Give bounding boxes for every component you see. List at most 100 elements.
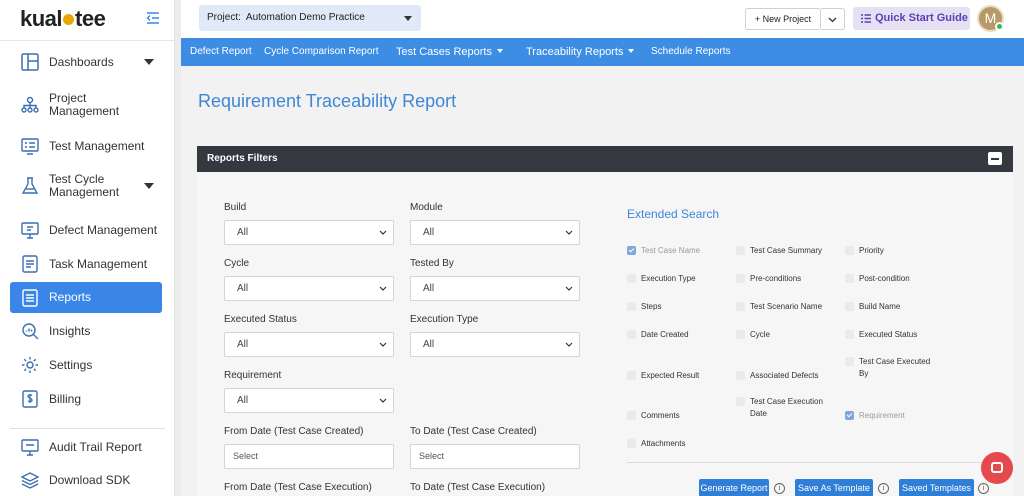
- module-select[interactable]: All: [410, 220, 580, 245]
- tab-traceability-reports[interactable]: Traceability Reports: [526, 38, 635, 66]
- checkbox-label: Execution Type: [641, 274, 696, 283]
- checkbox-date-created[interactable]: Date Created: [627, 329, 721, 341]
- bug-monitor-icon: [21, 222, 39, 239]
- checkbox-test-case-name[interactable]: Test Case Name: [627, 245, 721, 257]
- sidebar-item-settings[interactable]: Settings: [10, 354, 162, 376]
- checkbox-label: Requirement: [859, 411, 905, 420]
- checkbox-test-case-execution-date[interactable]: Test Case Execution Date: [736, 396, 832, 420]
- checkbox-test-scenario-name[interactable]: Test Scenario Name: [736, 301, 830, 313]
- tab-defect-report[interactable]: Defect Report: [190, 38, 252, 66]
- checkbox-attachments[interactable]: Attachments: [627, 438, 721, 450]
- new-project-button[interactable]: + New Project: [745, 8, 821, 30]
- checkbox-post-condition[interactable]: Post-condition: [845, 273, 939, 285]
- checkbox-build-name[interactable]: Build Name: [845, 301, 939, 313]
- checkbox-box: [736, 397, 745, 406]
- info-icon[interactable]: i: [978, 483, 989, 494]
- sidebar-item-label: Billing: [49, 391, 82, 406]
- checkbox-box: [845, 246, 854, 255]
- execution-type-select[interactable]: All: [410, 332, 580, 357]
- checkbox-steps[interactable]: Steps: [627, 301, 721, 313]
- user-avatar[interactable]: M: [977, 5, 1004, 32]
- tab-cycle-comparison-report[interactable]: Cycle Comparison Report: [264, 38, 379, 66]
- save-as-template-button[interactable]: Save As Template: [795, 479, 873, 496]
- chat-support-icon[interactable]: [981, 452, 1013, 484]
- executed-status-select[interactable]: All: [224, 332, 394, 357]
- tested-by-select[interactable]: All: [410, 276, 580, 301]
- execution-type-label: Execution Type: [410, 314, 479, 325]
- sidebar-item-defect-management[interactable]: Defect Management: [10, 219, 162, 241]
- sidebar-item-project-management[interactable]: Project Management: [10, 91, 162, 119]
- top-bar: Project: Automation Demo Practice + New …: [181, 0, 1024, 38]
- sidebar-item-task-management[interactable]: Task Management: [10, 253, 162, 275]
- saved-templates-button[interactable]: Saved Templates: [899, 479, 974, 496]
- sidebar-scrollbar[interactable]: [175, 0, 181, 496]
- checkbox-box: [736, 246, 745, 255]
- to-date-created-label: To Date (Test Case Created): [410, 426, 537, 437]
- checkbox-label: Test Case Name: [641, 246, 701, 255]
- generate-report-button[interactable]: Generate Report: [699, 479, 769, 496]
- sidebar-item-download-sdk[interactable]: Download SDK: [10, 469, 162, 491]
- kualitee-logo[interactable]: kual tee: [20, 6, 106, 32]
- checkbox-label: Date Created: [641, 330, 689, 339]
- logo-dot: [63, 14, 75, 25]
- checkbox-test-case-summary[interactable]: Test Case Summary: [736, 245, 830, 257]
- checkbox-comments[interactable]: Comments: [627, 410, 721, 422]
- checkbox-box: [845, 274, 854, 283]
- checkbox-label: Test Case Execution Date: [750, 397, 823, 418]
- sidebar-item-dashboards[interactable]: Dashboards: [10, 49, 162, 75]
- checkbox-label: Post-condition: [859, 274, 910, 283]
- checkbox-label: Associated Defects: [750, 371, 819, 380]
- sidebar-item-label: Task Management: [49, 256, 148, 271]
- build-select[interactable]: All: [224, 220, 394, 245]
- quick-start-guide-button[interactable]: Quick Start Guide: [853, 7, 970, 30]
- checkbox-pre-conditions[interactable]: Pre-conditions: [736, 273, 830, 285]
- checkbox-label: Priority: [859, 246, 884, 255]
- checkbox-requirement[interactable]: Requirement: [845, 410, 939, 422]
- sidebar-item-label: Dashboards: [49, 54, 114, 69]
- sidebar-item-reports[interactable]: Reports: [10, 282, 162, 313]
- checkbox-box: [627, 371, 636, 380]
- collapse-panel-icon[interactable]: [988, 152, 1002, 165]
- checkbox-cycle[interactable]: Cycle: [736, 329, 830, 341]
- requirement-label: Requirement: [224, 370, 282, 381]
- layers-icon: [20, 472, 40, 489]
- sidebar-item-billing[interactable]: Billing: [10, 388, 162, 410]
- executed-status-label: Executed Status: [224, 314, 297, 325]
- checkbox-test-case-executed-by[interactable]: Test Case Executed By: [845, 356, 941, 380]
- chevron-down-icon: [565, 286, 573, 291]
- sidebar-item-label: Audit Trail Report: [49, 439, 142, 454]
- checkbox-execution-type[interactable]: Execution Type: [627, 273, 721, 285]
- sidebar-item-audit-trail-report[interactable]: Audit Trail Report: [10, 436, 162, 458]
- sidebar: kual tee Dashboards Project Management Te…: [0, 0, 175, 496]
- cycle-select[interactable]: All: [224, 276, 394, 301]
- tested-by-label: Tested By: [410, 258, 454, 269]
- sidebar-item-insights[interactable]: Insights: [10, 320, 162, 342]
- checkbox-label: Pre-conditions: [750, 274, 802, 283]
- info-icon[interactable]: i: [878, 483, 889, 494]
- select-value: All: [237, 283, 249, 294]
- sidebar-item-test-management[interactable]: Test Management: [10, 135, 162, 157]
- tab-label: Traceability Reports: [526, 46, 624, 58]
- reports-filters-header: Reports Filters: [197, 146, 1013, 172]
- collapse-menu-icon[interactable]: [145, 10, 161, 26]
- info-icon[interactable]: i: [774, 483, 785, 494]
- sidebar-item-label: Insights: [49, 323, 91, 338]
- audit-monitor-icon: [21, 439, 39, 456]
- new-project-dropdown-button[interactable]: [821, 8, 845, 30]
- requirement-select[interactable]: All: [224, 388, 394, 413]
- tab-test-cases-reports[interactable]: Test Cases Reports: [396, 38, 503, 66]
- checkbox-priority[interactable]: Priority: [845, 245, 939, 257]
- checkbox-associated-defects[interactable]: Associated Defects: [736, 370, 830, 382]
- project-select-label: Project:: [207, 12, 241, 23]
- checkbox-expected-result[interactable]: Expected Result: [627, 370, 721, 382]
- to-date-created-input[interactable]: Select: [410, 444, 580, 469]
- from-date-created-input[interactable]: Select: [224, 444, 394, 469]
- logo-text-left: kual: [20, 6, 63, 31]
- chevron-down-icon: [379, 398, 387, 403]
- checkbox-executed-status[interactable]: Executed Status: [845, 329, 939, 341]
- checkbox-box: [845, 302, 854, 311]
- project-select[interactable]: Project: Automation Demo Practice: [199, 5, 421, 31]
- tab-schedule-reports[interactable]: Schedule Reports: [651, 38, 731, 66]
- sidebar-item-test-cycle-management[interactable]: Test Cycle Management: [10, 172, 162, 200]
- checkbox-box: [845, 411, 854, 420]
